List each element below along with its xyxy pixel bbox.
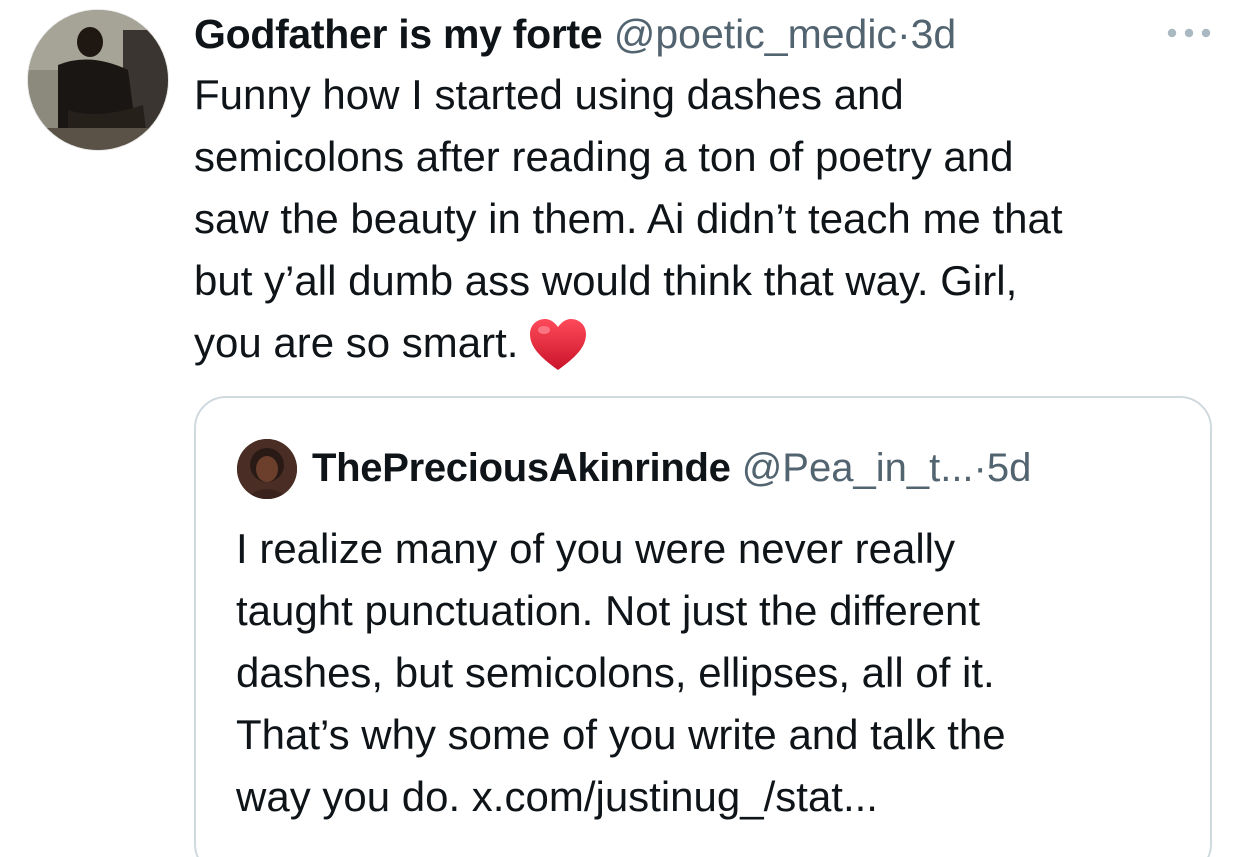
quoted-tweet-text: I realize many of you were never really … — [236, 525, 1006, 820]
author-handle[interactable]: @poetic_medic — [614, 11, 897, 57]
quoted-author-avatar[interactable] — [237, 439, 297, 499]
author-display-name[interactable]: Godfather is my forte — [194, 11, 603, 57]
quoted-tweet-header: ThePreciousAkinrinde @Pea_in_t...·5d — [312, 442, 1031, 494]
separator-dot: · — [896, 11, 911, 57]
quoted-separator-dot: · — [973, 446, 987, 490]
quoted-author-handle[interactable]: @Pea_in_t... — [742, 446, 974, 490]
quoted-tweet-card[interactable]: ThePreciousAkinrinde @Pea_in_t...·5d I r… — [194, 396, 1212, 857]
author-avatar[interactable] — [28, 10, 168, 150]
red-heart-icon — [530, 319, 587, 370]
quoted-tweet-timestamp[interactable]: 5d — [987, 446, 1032, 490]
tweet-timestamp[interactable]: 3d — [911, 11, 957, 57]
tweet-text-content: Funny how I started using dashes and sem… — [194, 71, 1063, 366]
quoted-author-display-name[interactable]: ThePreciousAkinrinde — [312, 446, 731, 490]
tweet-header: Godfather is my forte @poetic_medic·3d — [194, 6, 956, 62]
more-horizontal-icon[interactable] — [1166, 22, 1212, 44]
tweet-text: Funny how I started using dashes and sem… — [194, 64, 1224, 374]
quoted-author-avatar-image — [237, 439, 297, 499]
author-avatar-image — [28, 10, 168, 150]
